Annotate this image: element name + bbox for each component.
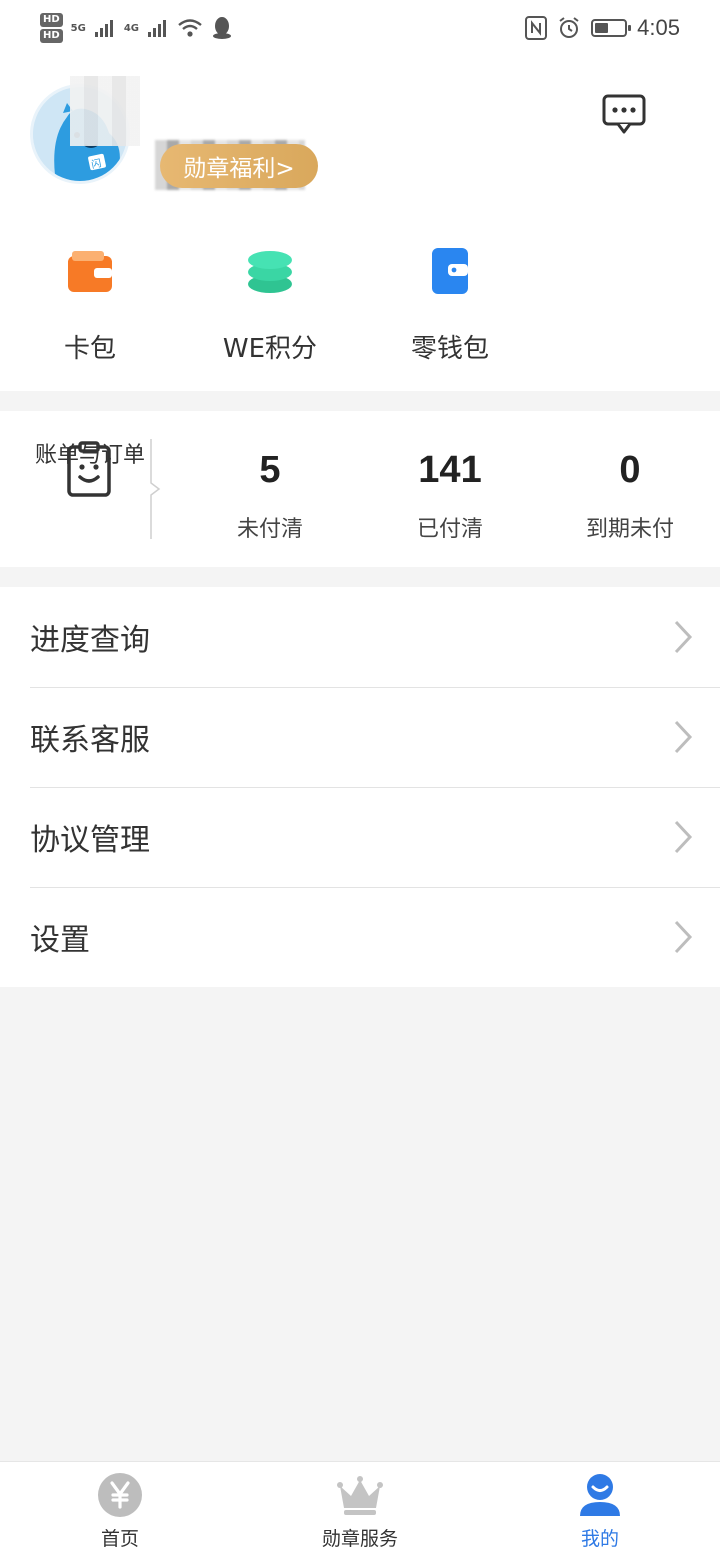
yen-icon: [98, 1473, 142, 1517]
hd-chip-1: HD: [40, 13, 63, 27]
purse-icon: [432, 248, 468, 294]
user-icon: [580, 1474, 620, 1516]
battery-icon: [591, 19, 632, 37]
blurred-image: [70, 76, 140, 146]
nfc-icon: [525, 16, 548, 40]
stat-value: 0: [619, 449, 641, 491]
signal-icon: [94, 20, 113, 37]
quick-links: 卡包 WE积分 零钱包: [0, 246, 720, 376]
stat-label: 已付清: [416, 517, 483, 542]
chevron-right-icon: [674, 820, 693, 854]
menu-item-label: 设置: [30, 923, 90, 958]
bills-and-orders-label: 账单与订单: [34, 443, 145, 468]
network-4g-label: 4G: [123, 22, 140, 34]
quick-link-we-points[interactable]: WE积分: [180, 246, 360, 376]
network-5g-label: 5G: [70, 22, 86, 34]
settings-menu: 进度查询 联系客服 协议管理 设置: [0, 587, 720, 987]
coins-stack-icon: [248, 251, 292, 293]
nav-tab-mine[interactable]: 我的: [480, 1462, 720, 1560]
stat-value: 141: [418, 449, 482, 491]
status-left: HD HD 5G 4G: [40, 13, 233, 43]
crown-icon: [337, 1476, 383, 1515]
hd-indicators: HD HD: [40, 13, 63, 43]
hd-chip-2: HD: [40, 29, 63, 43]
menu-item-label: 进度查询: [30, 623, 150, 658]
quick-link-card-wallet[interactable]: 卡包: [0, 246, 180, 376]
chevron-right-icon: [674, 920, 693, 954]
bottom-nav: 首页 勋章服务 我的: [0, 1461, 720, 1560]
divider-notch: [150, 439, 161, 539]
signal-icon: [148, 20, 167, 37]
status-right: 4:05: [525, 15, 680, 41]
menu-item-label: 联系客服: [30, 723, 150, 758]
profile-header: 闪 勋章福利> 卡包 WE积分 零钱包: [0, 56, 720, 391]
wifi-icon: [178, 19, 202, 37]
menu-item-label: 协议管理: [30, 823, 150, 858]
quick-link-label: WE积分: [222, 334, 318, 364]
bills-and-orders-button[interactable]: 账单与订单: [20, 437, 160, 547]
quick-link-change-purse[interactable]: 零钱包: [360, 246, 540, 376]
stat-overdue[interactable]: 0 到期未付: [540, 411, 720, 567]
stat-label: 到期未付: [585, 517, 674, 542]
chevron-right-icon: [674, 620, 693, 654]
nav-tab-badge-services[interactable]: 勋章服务: [240, 1462, 480, 1560]
nav-label: 我的: [580, 1528, 619, 1550]
bills-summary: 账单与订单 5 未付清 141 已付清 0 到期未付: [0, 411, 720, 567]
nav-label: 勋章服务: [321, 1528, 398, 1550]
menu-item-progress-query[interactable]: 进度查询: [0, 587, 720, 687]
nav-label: 首页: [100, 1528, 139, 1550]
alarm-icon: [559, 17, 579, 38]
menu-item-agreements[interactable]: 协议管理: [0, 787, 720, 887]
quick-link-label: 零钱包: [410, 334, 489, 364]
my-account-screen: HD HD 5G 4G 4:05 闪 勋章福利> 卡包 WE积分 零钱包 账单与…: [0, 0, 720, 1560]
status-bar: HD HD 5G 4G 4:05: [0, 0, 720, 56]
quick-link-label: 卡包: [63, 334, 116, 364]
battery-level: [595, 23, 609, 33]
stat-unpaid[interactable]: 5 未付清: [180, 411, 360, 567]
stat-label: 未付清: [236, 517, 303, 542]
wallet-icon: [68, 251, 112, 292]
status-time: 4:05: [637, 15, 680, 40]
chevron-right-icon: [674, 720, 693, 754]
qq-icon: [213, 17, 232, 39]
badge-benefits-button[interactable]: 勋章福利>: [160, 144, 318, 188]
message-icon[interactable]: [600, 92, 648, 136]
nav-tab-home[interactable]: 首页: [0, 1462, 240, 1560]
stat-paid[interactable]: 141 已付清: [360, 411, 540, 567]
stat-value: 5: [259, 449, 281, 491]
menu-item-settings[interactable]: 设置: [0, 887, 720, 987]
menu-item-contact-support[interactable]: 联系客服: [0, 687, 720, 787]
